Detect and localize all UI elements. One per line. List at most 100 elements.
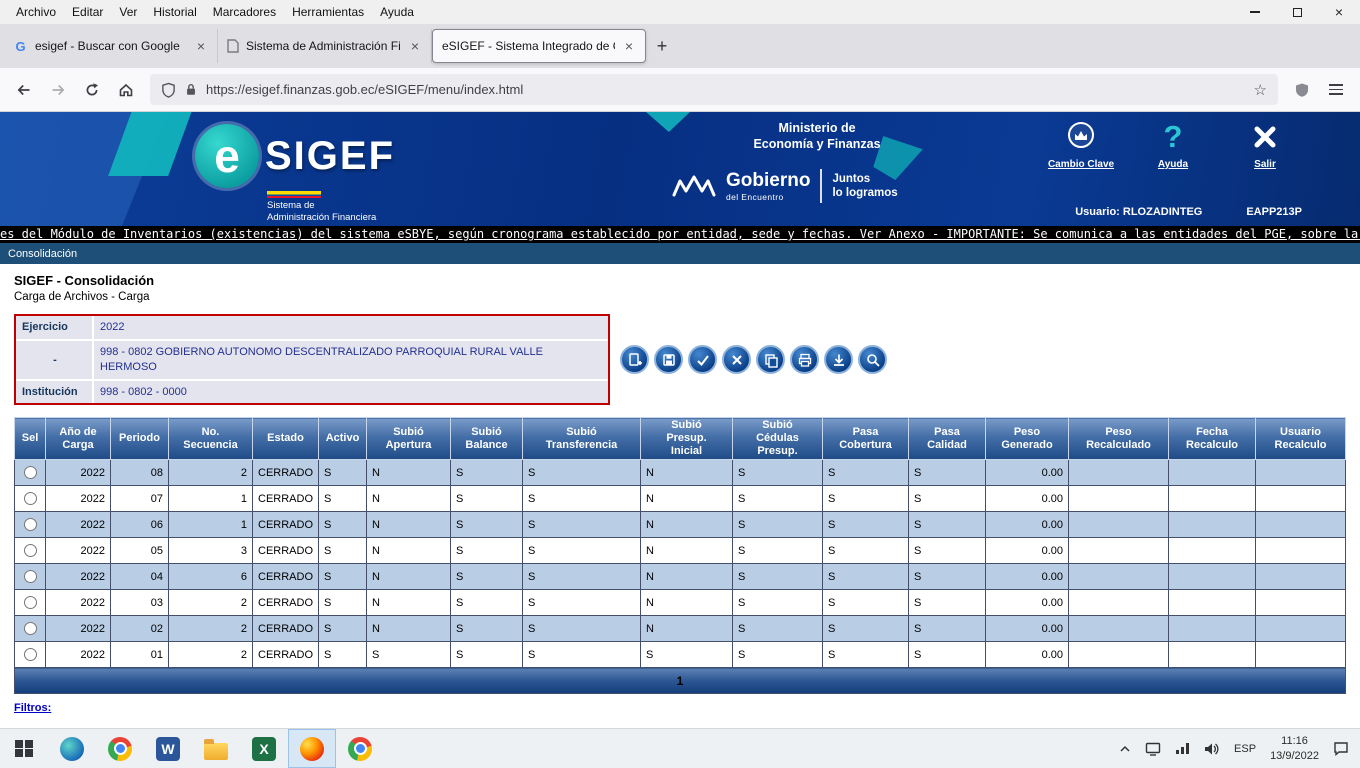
row-select-radio[interactable] (24, 492, 37, 505)
row-select-radio[interactable] (24, 622, 37, 635)
table-cell: 0.00 (986, 486, 1069, 512)
table-cell: 2022 (46, 538, 111, 564)
copy-icon (763, 352, 779, 368)
home-button[interactable] (110, 75, 142, 105)
banner-decoration (646, 112, 690, 132)
table-cell: S (451, 564, 523, 590)
new-tab-button[interactable]: + (646, 31, 678, 61)
filters-link[interactable]: Filtros: (14, 702, 51, 714)
minimize-button[interactable] (1234, 0, 1276, 24)
crown-icon (672, 175, 716, 197)
table-cell: 3 (169, 538, 253, 564)
taskbar-clock[interactable]: 11:16 13/9/2022 (1263, 729, 1326, 768)
table-row: 2022032CERRADOSNSSNSSS0.00 (15, 590, 1346, 616)
tab-close-icon[interactable]: × (194, 38, 208, 54)
table-cell: CERRADO (253, 616, 319, 642)
tab-sistema-administracion[interactable]: Sistema de Administración Financie × (218, 29, 432, 63)
esigef-logo-name: SIGEF (265, 134, 395, 179)
action-center-button[interactable] (1326, 729, 1356, 768)
table-cell: N (641, 564, 733, 590)
table-cell: 2022 (46, 486, 111, 512)
divider (820, 169, 822, 203)
menu-herramientas[interactable]: Herramientas (284, 5, 372, 19)
col-header-periodo: Periodo (111, 418, 169, 460)
taskbar-app-edge[interactable] (48, 729, 96, 768)
menu-historial[interactable]: Historial (145, 5, 204, 19)
taskbar-app-chrome-2[interactable] (336, 729, 384, 768)
tray-volume-button[interactable] (1197, 729, 1227, 768)
marquee-text[interactable]: es del Módulo de Inventarios (existencia… (0, 227, 1360, 241)
tray-network-button[interactable] (1168, 729, 1197, 768)
table-cell (1069, 642, 1169, 668)
maximize-button[interactable] (1276, 0, 1318, 24)
tray-display-button[interactable] (1138, 729, 1168, 768)
taskbar-app-chrome[interactable] (96, 729, 144, 768)
minimize-icon (1250, 11, 1260, 13)
col-header-secuencia: No. Secuencia (169, 418, 253, 460)
back-button[interactable] (8, 75, 40, 105)
table-cell: 2022 (46, 564, 111, 590)
tab-esigef-active[interactable]: eSIGEF - Sistema Integrado de Gesti × (432, 29, 646, 63)
session-info: Usuario: RLOZADINTEG EAPP213P (1075, 206, 1302, 218)
cambio-clave-button[interactable]: Cambio Clave (1048, 118, 1114, 170)
row-select-radio[interactable] (24, 518, 37, 531)
save-button[interactable] (654, 345, 683, 374)
row-select-radio[interactable] (24, 544, 37, 557)
table-row: 2022061CERRADOSNSSNSSS0.00 (15, 512, 1346, 538)
tab-google-search[interactable]: G esigef - Buscar con Google × (4, 29, 218, 63)
row-select-radio[interactable] (24, 570, 37, 583)
row-select-radio[interactable] (24, 596, 37, 609)
col-header-pasa-cobertura: Pasa Cobertura (823, 418, 909, 460)
url-text[interactable]: https://esigef.finanzas.gob.ec/eSIGEF/me… (206, 82, 1246, 97)
reload-button[interactable] (76, 75, 108, 105)
pagination-page-1[interactable]: 1 (15, 668, 1346, 694)
new-record-icon (627, 352, 643, 368)
menu-ver[interactable]: Ver (111, 5, 145, 19)
taskbar-app-firefox-active[interactable] (288, 729, 336, 768)
keyboard-language-indicator[interactable]: ESP (1227, 729, 1263, 768)
param-value-ejercicio: 2022 (94, 316, 608, 339)
print-button[interactable] (790, 345, 819, 374)
menu-marcadores[interactable]: Marcadores (205, 5, 284, 19)
table-cell: N (641, 590, 733, 616)
table-cell: 2 (169, 616, 253, 642)
taskbar-app-excel[interactable]: X (240, 729, 288, 768)
close-button[interactable]: × (1318, 0, 1360, 24)
row-select-radio[interactable] (24, 648, 37, 661)
copy-button[interactable] (756, 345, 785, 374)
validate-button[interactable] (688, 345, 717, 374)
table-cell: S (319, 512, 367, 538)
salir-label: Salir (1254, 159, 1276, 170)
news-marquee[interactable]: es del Módulo de Inventarios (existencia… (0, 226, 1360, 243)
salir-button[interactable]: Salir (1232, 118, 1298, 170)
forward-button[interactable] (42, 75, 74, 105)
start-button[interactable] (0, 729, 48, 768)
app-menu-button[interactable] (1320, 75, 1352, 105)
tray-expand-button[interactable] (1112, 729, 1138, 768)
menu-ayuda[interactable]: Ayuda (372, 5, 422, 19)
row-select-radio[interactable] (24, 466, 37, 479)
menu-archivo[interactable]: Archivo (8, 5, 64, 19)
taskbar-app-explorer[interactable] (192, 729, 240, 768)
tab-close-icon[interactable]: × (408, 38, 422, 54)
table-cell: 2 (169, 460, 253, 486)
ayuda-button[interactable]: ? Ayuda (1140, 118, 1206, 170)
search-button[interactable] (858, 345, 887, 374)
menu-editar[interactable]: Editar (64, 5, 111, 19)
tab-bar: G esigef - Buscar con Google × Sistema d… (0, 24, 1360, 68)
pagination-row: 1 (15, 668, 1346, 694)
tab-close-icon[interactable]: × (622, 38, 636, 54)
table-cell: 2 (169, 590, 253, 616)
table-cell: S (523, 512, 641, 538)
hamburger-icon (1329, 93, 1343, 95)
export-button[interactable] (824, 345, 853, 374)
delete-button[interactable] (722, 345, 751, 374)
hamburger-icon (1329, 84, 1343, 86)
url-bar[interactable]: https://esigef.finanzas.gob.ec/eSIGEF/me… (150, 74, 1278, 105)
table-cell: 1 (169, 486, 253, 512)
data-grid: Sel Año de Carga Periodo No. Secuencia E… (14, 417, 1346, 694)
bookmark-star-icon[interactable]: ☆ (1254, 81, 1267, 99)
taskbar-app-word[interactable]: W (144, 729, 192, 768)
extensions-button[interactable] (1286, 75, 1318, 105)
new-record-button[interactable] (620, 345, 649, 374)
